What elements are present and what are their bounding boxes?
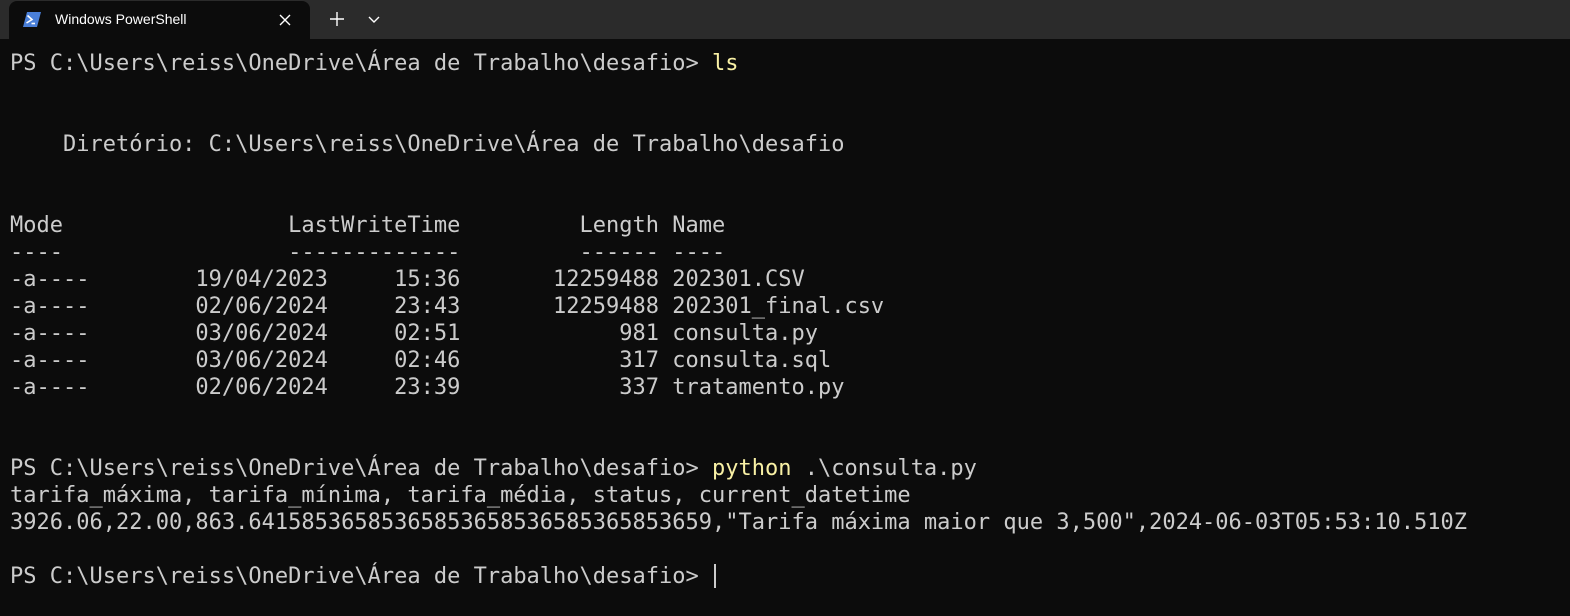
output-header: tarifa_máxima, tarifa_mínima, tarifa_méd… [10, 483, 911, 508]
title-bar: Windows PowerShell [0, 0, 1570, 39]
listing-row: -a---- 02/06/2024 23:39 337 tratamento.p… [10, 375, 845, 400]
prompt-line-active[interactable]: PS C:\Users\reiss\OneDrive\Área de Traba… [10, 563, 1467, 590]
listing-separator: ---- ------------- ------ ---- [10, 240, 726, 265]
listing-row: -a---- 19/04/2023 15:36 12259488 202301.… [10, 267, 805, 292]
listing-row: -a---- 03/06/2024 02:46 317 consulta.sql [10, 348, 832, 373]
listing-header: Mode LastWriteTime Length Name [10, 213, 726, 238]
prompt: PS C:\Users\reiss\OneDrive\Área de Traba… [10, 564, 712, 589]
prompt-line: PS C:\Users\reiss\OneDrive\Área de Traba… [10, 50, 1467, 77]
directory-header: Diretório: C:\Users\reiss\OneDrive\Área … [10, 132, 845, 157]
prompt: PS C:\Users\reiss\OneDrive\Área de Traba… [10, 456, 712, 481]
command-args: .\consulta.py [791, 456, 977, 481]
tab-windows-powershell[interactable]: Windows PowerShell [9, 1, 310, 39]
text-cursor [714, 564, 716, 588]
output-row: 3926.06,22.00,863.6415853658536585365853… [10, 510, 1467, 535]
close-icon[interactable] [275, 10, 295, 30]
listing-row: -a---- 02/06/2024 23:43 12259488 202301_… [10, 294, 885, 319]
command-ls: ls [712, 51, 739, 76]
prompt-line: PS C:\Users\reiss\OneDrive\Área de Traba… [10, 455, 1467, 482]
chevron-down-icon[interactable] [364, 8, 384, 30]
command-python: python [712, 456, 792, 481]
plus-icon[interactable] [326, 8, 348, 30]
powershell-icon [23, 12, 41, 27]
terminal-output[interactable]: PS C:\Users\reiss\OneDrive\Área de Traba… [10, 50, 1467, 590]
tab-title: Windows PowerShell [55, 11, 187, 27]
prompt: PS C:\Users\reiss\OneDrive\Área de Traba… [10, 51, 712, 76]
listing-row: -a---- 03/06/2024 02:51 981 consulta.py [10, 321, 818, 346]
